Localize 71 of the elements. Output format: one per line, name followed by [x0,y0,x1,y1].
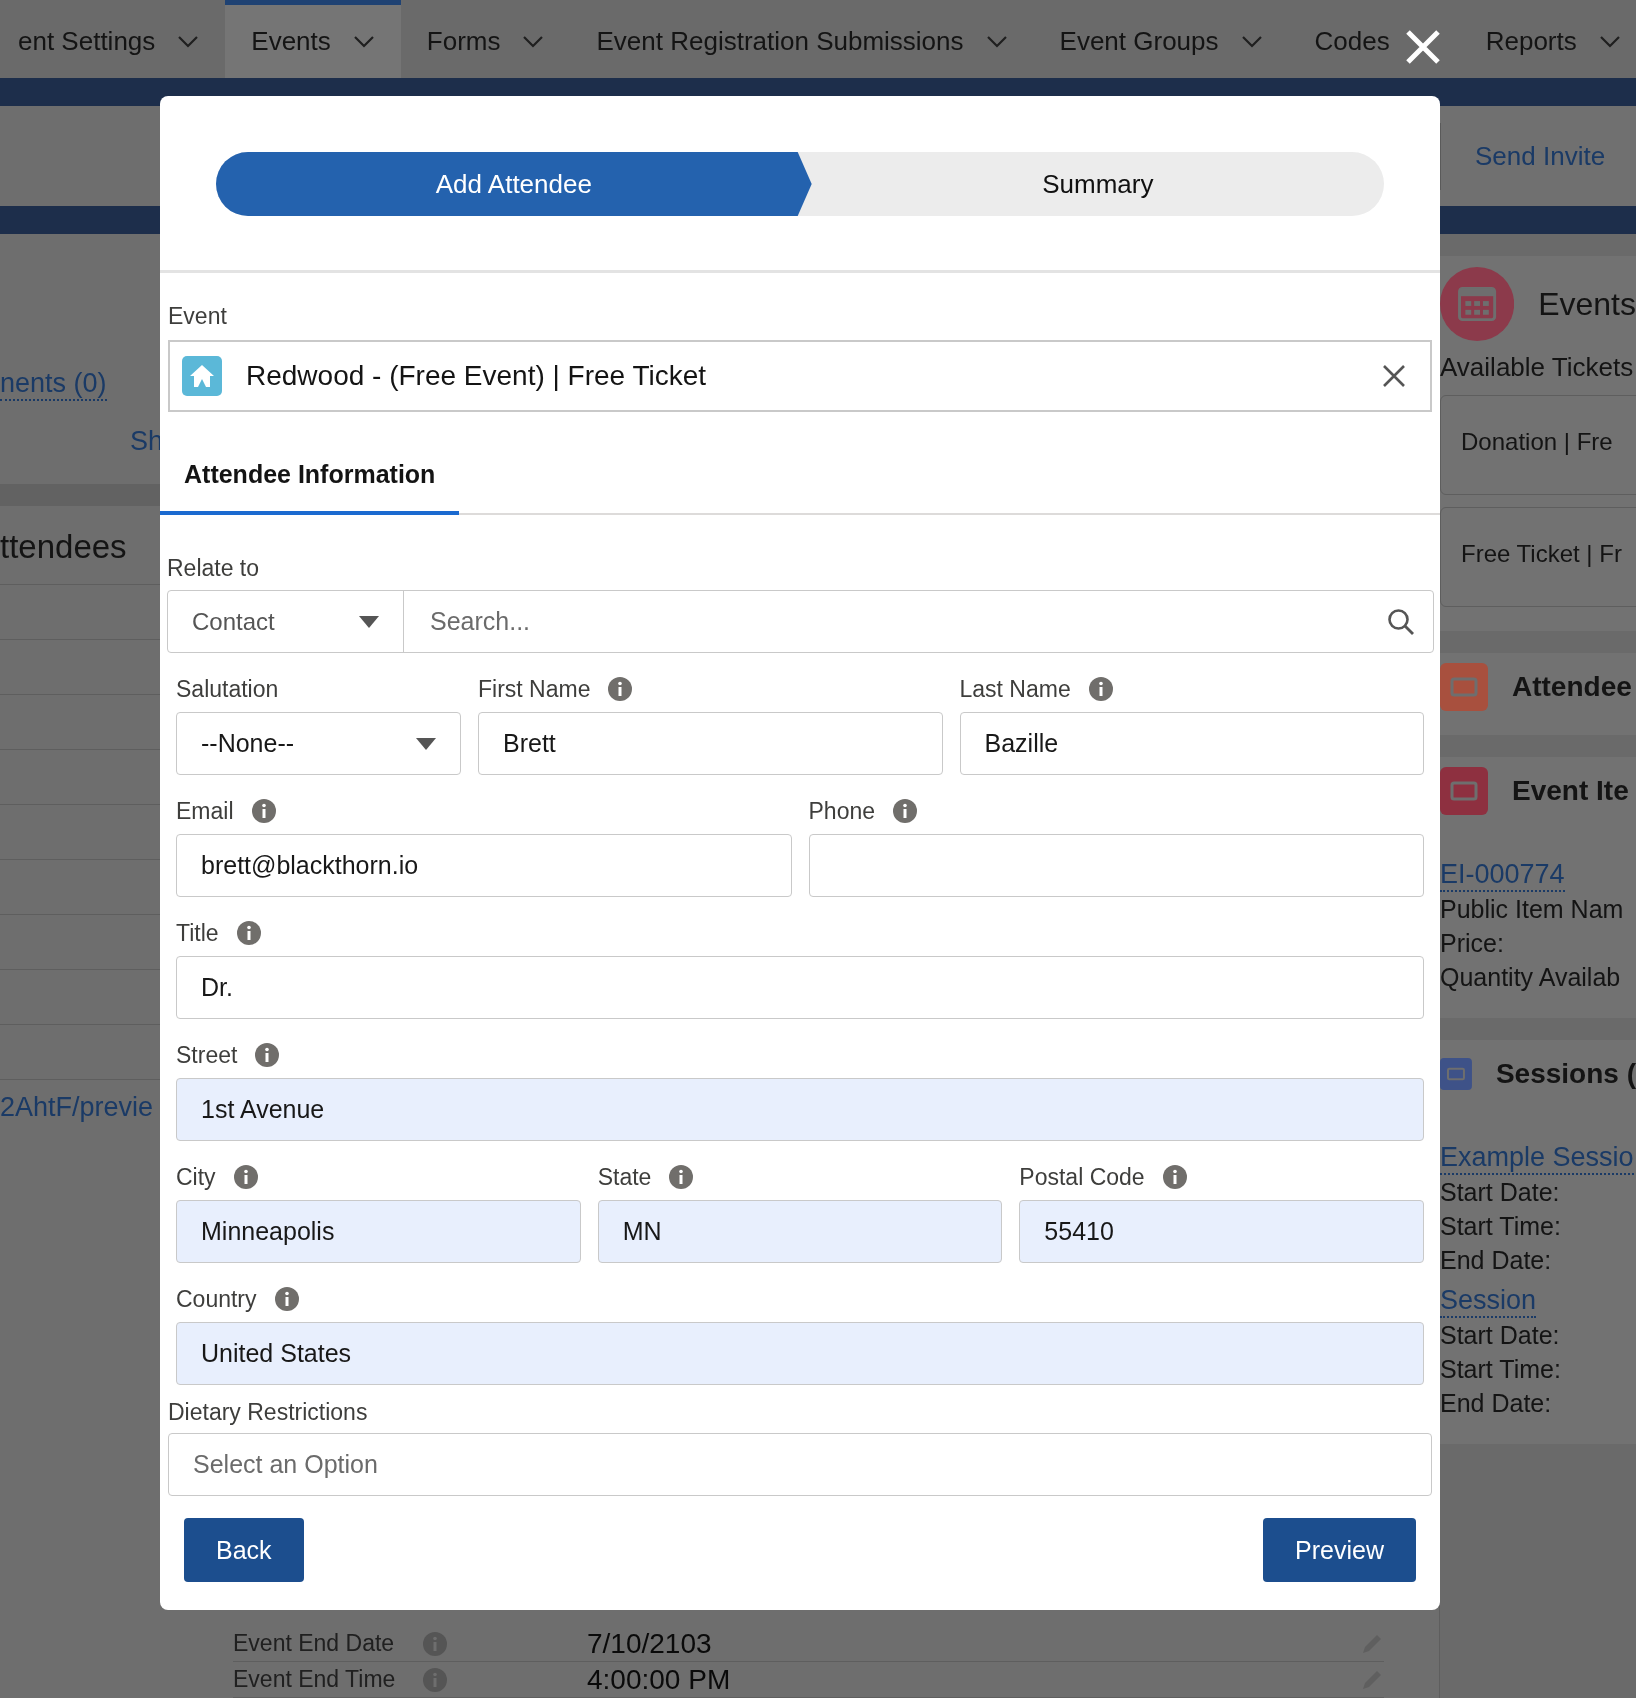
field-label: Last Name [959,675,1071,703]
card-title: Event Ite [1512,775,1629,807]
field-value: 7/10/2103 [587,1627,713,1660]
search-field[interactable]: Search... [428,606,1387,637]
record-field: Quantity Availab [1440,960,1636,994]
info-icon[interactable] [1162,1165,1187,1189]
field-label: City [176,1163,216,1191]
record-field: Public Item Nam [1440,892,1636,926]
record-field: Price: [1440,926,1636,960]
dropdown-arrow-icon [416,737,436,750]
tent-icon [182,356,222,396]
info-icon[interactable] [233,1165,258,1189]
info-icon[interactable] [274,1287,299,1311]
info-icon[interactable] [255,1043,280,1067]
record-field: Start Time: [1440,1209,1636,1243]
field-label: Event [168,303,228,330]
record-field: Start Date: [1440,1175,1636,1209]
object-type-select[interactable]: Contact [168,591,404,652]
field-label: Dietary Restrictions [168,1399,369,1426]
card-title: Sessions ( [1495,1058,1636,1090]
attendees-heading: ttendees [0,527,127,567]
card-title: Attendee [1512,671,1632,703]
input-field[interactable]: Brett [478,712,943,775]
dropdown-arrow-icon [359,615,379,628]
clear-icon[interactable] [1382,364,1406,388]
field-label: Event End Time [233,1666,397,1693]
field-label: Email [176,797,234,825]
record-field: Start Date: [1440,1318,1636,1352]
path-step[interactable]: Add Attendee [216,152,812,216]
field-label: Postal Code [1019,1163,1145,1191]
input-field[interactable] [808,834,1424,897]
info-icon[interactable] [236,921,261,945]
info-icon[interactable] [251,799,276,823]
close-icon[interactable] [1405,29,1441,65]
info-icon[interactable] [1088,677,1113,701]
field-label: Country [176,1285,257,1313]
dialog-button[interactable]: Preview [1263,1518,1416,1582]
input-field[interactable]: 55410 [1019,1200,1424,1263]
field-label: Relate to [167,555,261,582]
info-icon[interactable] [608,677,633,701]
card-title: Events [1538,285,1636,323]
card-subtitle: Available Tickets [1440,352,1635,383]
record-field: Start Time: [1440,1352,1636,1386]
field-label: Event End Date [233,1630,396,1657]
input-field[interactable]: 1st Avenue [176,1078,1424,1141]
field-label: First Name [478,675,591,703]
input-field[interactable]: Minneapolis [176,1200,581,1263]
field-label: Street [176,1041,238,1069]
info-icon[interactable] [669,1165,694,1189]
field-label: Salutation [176,675,279,703]
input-field[interactable]: brett@blackthorn.io [176,834,792,897]
select-field[interactable]: --None-- [176,712,461,775]
field-value: 4:00:00 PM [587,1663,732,1696]
info-icon[interactable] [893,799,917,823]
relate-to-lookup[interactable]: Contact Search... [167,590,1434,653]
input-field[interactable]: Dr. [176,956,1424,1019]
multi-select-field[interactable]: Select an Option [168,1433,1432,1496]
field-label: State [597,1163,652,1191]
dialog-button[interactable]: Back [184,1518,304,1582]
nav-tab[interactable]: Events [225,0,401,78]
event-lookup-field[interactable]: Redwood - (Free Event) | Free Ticket [168,340,1432,412]
input-field[interactable]: MN [597,1200,1003,1263]
path-step[interactable]: Summary [811,152,1384,216]
input-field[interactable]: Bazille [959,712,1424,775]
section-tab[interactable]: Attendee Information [160,440,460,515]
field-label: Title [176,919,219,947]
input-field[interactable]: United States [176,1322,1424,1385]
field-label: Phone [808,797,875,825]
search-icon [1387,607,1415,636]
record-field: End Date: [1440,1243,1636,1277]
record-field: End Date: [1440,1386,1636,1420]
